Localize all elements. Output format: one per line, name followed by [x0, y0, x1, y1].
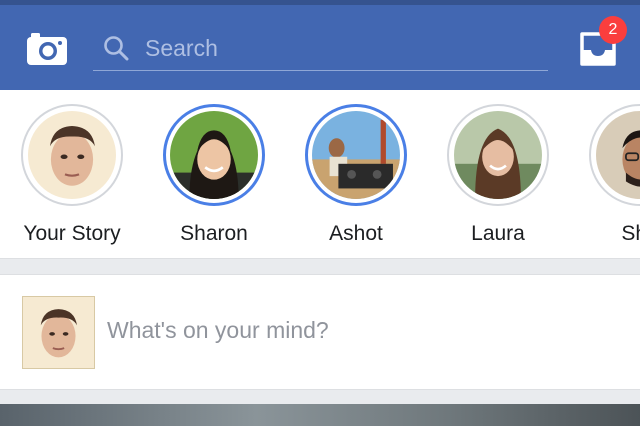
story-sha[interactable]: Sha: [575, 104, 640, 254]
story-laura[interactable]: Laura: [433, 104, 563, 254]
story-sharon[interactable]: Sharon: [149, 104, 279, 254]
story-name: Sharon: [180, 222, 248, 245]
composer-prompt[interactable]: What's on your mind?: [107, 317, 329, 344]
avatar: [312, 111, 400, 199]
story-your-story[interactable]: Your Story: [7, 104, 137, 254]
avatar: [596, 111, 640, 199]
avatar: [170, 111, 258, 199]
avatar: [22, 296, 95, 369]
story-ring-unseen: [163, 104, 265, 206]
feed-post-image: [0, 404, 640, 426]
search-bar[interactable]: [93, 26, 548, 71]
notification-badge: 2: [599, 16, 627, 44]
story-ring: [21, 104, 123, 206]
avatar: [28, 111, 116, 199]
story-name: Your Story: [23, 222, 121, 245]
camera-button[interactable]: [26, 30, 68, 66]
search-input[interactable]: [143, 32, 537, 64]
search-icon: [104, 36, 129, 61]
camera-icon: [27, 33, 67, 65]
story-ring: [589, 104, 640, 206]
story-ring-unseen: [305, 104, 407, 206]
story-name: Sha: [621, 222, 640, 245]
story-name: Laura: [471, 222, 525, 245]
status-composer[interactable]: What's on your mind?: [0, 274, 640, 390]
story-ring: [447, 104, 549, 206]
story-ashot[interactable]: Ashot: [291, 104, 421, 254]
story-name: Ashot: [329, 222, 383, 245]
top-bar: 2: [0, 0, 640, 90]
avatar: [454, 111, 542, 199]
stories-tray[interactable]: Your Story Sharon Ashot Laura S: [0, 90, 640, 259]
status-strip: [0, 0, 640, 5]
